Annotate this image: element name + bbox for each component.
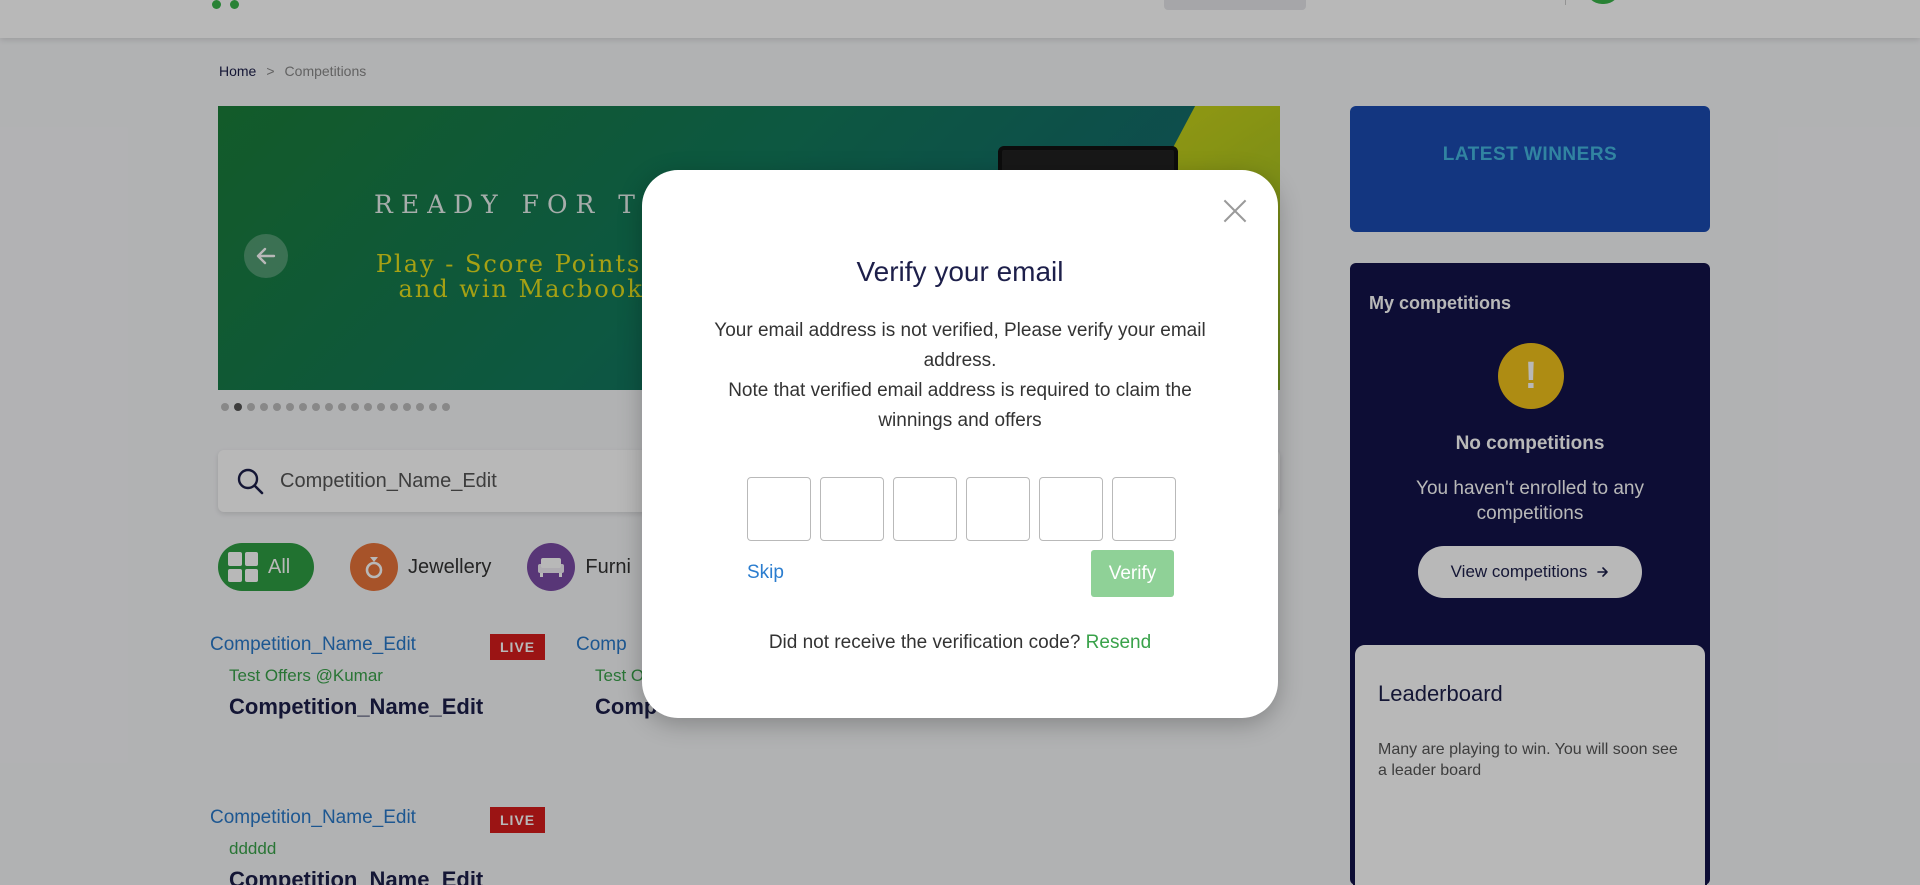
resend-link[interactable]: Resend (1086, 632, 1152, 653)
resend-prompt: Did not receive the verification code? (768, 632, 1081, 653)
otp-digit-input[interactable] (820, 477, 884, 541)
close-icon[interactable] (1222, 198, 1248, 224)
otp-input-group (747, 477, 1176, 541)
resend-row: Did not receive the verification code? R… (642, 632, 1278, 654)
modal-description: Your email address is not verified, Plea… (700, 316, 1220, 436)
modal-description-line2: Note that verified email address is requ… (728, 380, 1192, 431)
verify-button[interactable]: Verify (1091, 550, 1174, 597)
skip-link[interactable]: Skip (747, 562, 784, 584)
otp-digit-input[interactable] (1039, 477, 1103, 541)
modal-description-line1: Your email address is not verified, Plea… (714, 320, 1206, 371)
modal-title: Verify your email (856, 256, 1064, 287)
otp-digit-input[interactable] (747, 477, 811, 541)
otp-digit-input[interactable] (1112, 477, 1176, 541)
otp-digit-input[interactable] (893, 477, 957, 541)
otp-digit-input[interactable] (966, 477, 1030, 541)
verify-email-modal: Verify your email Your email address is … (642, 170, 1278, 718)
